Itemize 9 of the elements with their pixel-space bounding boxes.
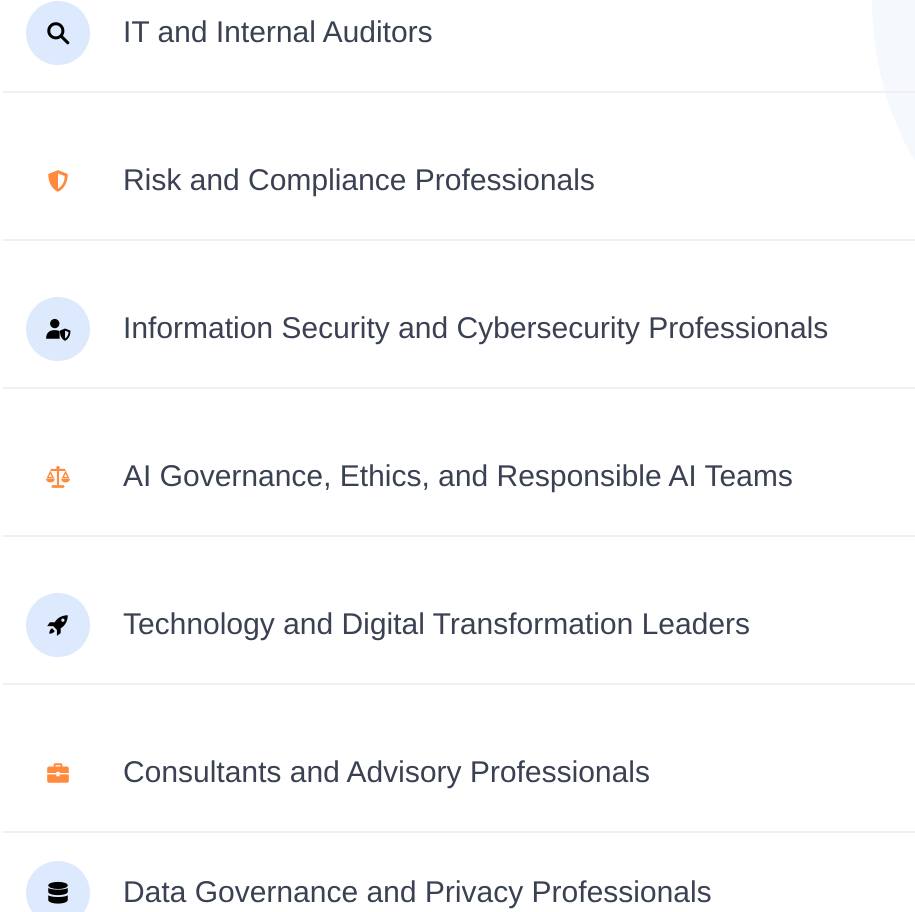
user-shield-icon	[45, 316, 71, 342]
audience-label: AI Governance, Ethics, and Responsible AI Teams	[123, 459, 793, 495]
search-icon	[45, 20, 71, 46]
audience-label: Information Security and Cybersecurity Professionals	[123, 311, 828, 347]
audience-label: IT and Internal Auditors	[123, 15, 433, 51]
audience-label: Consultants and Advisory Professionals	[123, 755, 650, 791]
audience-label: Risk and Compliance Professionals	[123, 163, 595, 199]
audience-label: Data Governance and Privacy Professionals	[123, 875, 712, 911]
audience-label: Technology and Digital Transformation Leaders	[123, 607, 750, 643]
